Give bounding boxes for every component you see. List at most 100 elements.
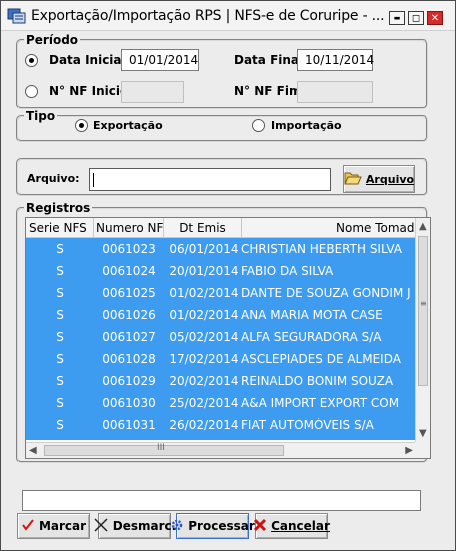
table-cell: A&A IMPORT EXPORT COM: [241, 396, 400, 410]
title-bar[interactable]: Exportação/Importação RPS | NFS-e de Cor…: [1, 1, 455, 31]
nf-fim-input[interactable]: [297, 81, 373, 103]
processar-label: Processar: [188, 519, 255, 533]
table-row[interactable]: S 0061026 01/02/2014 ANA MARIA MOTA CASE: [26, 304, 416, 326]
desmarcar-label: Desmarc.: [112, 519, 177, 533]
exportacao-label: Exportação: [93, 119, 163, 132]
gear-icon: [170, 518, 184, 535]
arquivo-input[interactable]: [89, 168, 331, 191]
scroll-up-icon[interactable]: ▲: [419, 221, 427, 232]
minimize-icon: ▬: [393, 14, 401, 22]
horizontal-scroll-thumb[interactable]: III: [44, 443, 284, 456]
data-inicial-label: Data Inicial:: [49, 53, 131, 67]
table-row[interactable]: S 0061030 25/02/2014 A&A IMPORT EXPORT COM: [26, 392, 416, 414]
table-cell: FIAT AUTOMÓVEIS S/A: [241, 418, 374, 432]
main-window: Exportação/Importação RPS | NFS-e de Cor…: [0, 0, 456, 551]
close-button[interactable]: ✕: [427, 11, 443, 25]
table-cell: REINALDO BONIM SOUZA: [241, 374, 394, 388]
marcar-button[interactable]: Marcar: [17, 513, 90, 539]
table-cell: 0061027: [102, 330, 156, 344]
vertical-scroll-thumb[interactable]: ≡: [418, 236, 428, 386]
data-final-input[interactable]: 10/11/2014: [297, 49, 374, 71]
scrollbar-corner: [415, 442, 430, 458]
scroll-left-icon[interactable]: ◀: [29, 445, 37, 456]
tipo-legend: Tipo: [26, 109, 56, 123]
scroll-down-icon[interactable]: ▼: [419, 428, 427, 439]
arquivo-label: Arquivo:: [27, 172, 80, 185]
table-row[interactable]: S 0061024 20/01/2014 FABIO DA SILVA: [26, 260, 416, 282]
radio-exportacao[interactable]: [75, 119, 88, 132]
grid-body: S 0061023 06/01/2014 CHRISTIAN HEBERTH SILV…: [26, 238, 416, 440]
column-header-serie[interactable]: Serie NFS: [26, 218, 94, 238]
table-row[interactable]: S 0061028 17/02/2014 ASCLEPIADES DE ALMEIDA: [26, 348, 416, 370]
column-header-nome[interactable]: Nome Tomador: [242, 218, 416, 238]
uncheck-icon: [93, 517, 109, 536]
horizontal-scrollbar[interactable]: ◀ III ▶: [26, 442, 416, 458]
table-cell: 0061026: [102, 308, 156, 322]
table-cell: S: [56, 374, 64, 388]
radio-nf[interactable]: [25, 85, 38, 98]
table-cell: 0061024: [102, 264, 156, 278]
column-header-numero[interactable]: Numero NF: [94, 218, 164, 238]
table-cell: 26/02/2014: [169, 418, 239, 432]
cancel-icon: [253, 518, 267, 535]
table-row[interactable]: S 0061023 06/01/2014 CHRISTIAN HEBERTH SILV…: [26, 238, 416, 260]
cancelar-button[interactable]: Cancelar: [253, 513, 330, 539]
table-row[interactable]: S 0061027 05/02/2014 ALFA SEGURADORA S/A: [26, 326, 416, 348]
table-cell: 0061031: [102, 418, 156, 432]
table-cell: DANTE DE SOUZA GONDIM J: [241, 286, 411, 300]
folder-open-icon: [344, 171, 362, 188]
table-cell: 0061030: [102, 396, 156, 410]
table-cell: S: [56, 286, 64, 300]
table-cell: CHRISTIAN HEBERTH SILVA: [241, 242, 402, 256]
importacao-label: Importação: [271, 119, 342, 132]
radio-data[interactable]: [25, 54, 38, 67]
table-cell: ALFA SEGURADORA S/A: [241, 330, 382, 344]
table-cell: 01/02/2014: [169, 286, 239, 300]
table-row[interactable]: S 0061031 26/02/2014 FIAT AUTOMÓVEIS S/A: [26, 414, 416, 436]
registros-grid[interactable]: Serie NFS Numero NF Dt Emis Nome Tomador…: [25, 217, 431, 459]
text-cursor: [93, 172, 94, 187]
table-cell: 0061025: [102, 286, 156, 300]
table-cell: 06/01/2014: [169, 242, 239, 256]
arquivo-button[interactable]: Arquivo: [343, 165, 415, 193]
table-cell: 0061028: [102, 352, 156, 366]
grid-header: Serie NFS Numero NF Dt Emis Nome Tomador: [26, 218, 416, 238]
table-cell: S: [56, 330, 64, 344]
radio-importacao[interactable]: [252, 119, 265, 132]
data-inicial-input[interactable]: 01/01/2014: [121, 49, 199, 71]
grip-icon: ≡: [420, 299, 427, 308]
table-cell: 0061029: [102, 374, 156, 388]
table-row[interactable]: S 0061025 01/02/2014 DANTE DE SOUZA GONDIM …: [26, 282, 416, 304]
maximize-icon: ◻: [411, 12, 421, 24]
table-cell: ANA MARIA MOTA CASE: [241, 308, 383, 322]
table-cell: S: [56, 242, 64, 256]
window-title: Exportação/Importação RPS | NFS-e de Cor…: [31, 8, 385, 24]
table-cell: 20/01/2014: [169, 264, 239, 278]
table-cell: 20/02/2014: [169, 374, 239, 388]
table-row[interactable]: S 0061029 20/02/2014 REINALDO BONIM SOUZA: [26, 370, 416, 392]
table-cell: 25/02/2014: [169, 396, 239, 410]
check-icon: [21, 518, 35, 535]
vertical-scrollbar[interactable]: ▲ ≡ ▼: [415, 218, 430, 443]
arquivo-button-label: Arquivo: [365, 172, 415, 186]
table-cell: FABIO DA SILVA: [241, 264, 334, 278]
maximize-button[interactable]: ◻: [408, 11, 424, 25]
minimize-button[interactable]: ▬: [389, 11, 405, 25]
nf-fim-label: N° NF Fim:: [234, 84, 307, 98]
table-cell: 17/02/2014: [169, 352, 239, 366]
table-cell: S: [56, 396, 64, 410]
table-cell: 01/02/2014: [169, 308, 239, 322]
scroll-right-icon[interactable]: ▶: [405, 445, 413, 456]
processar-button[interactable]: Processar: [172, 513, 255, 539]
table-cell: S: [56, 418, 64, 432]
cancelar-label: Cancelar: [271, 519, 330, 533]
table-cell: S: [56, 308, 64, 322]
desmarcar-button[interactable]: Desmarc.: [94, 513, 176, 539]
grip-icon: III: [157, 443, 165, 453]
table-cell: S: [56, 264, 64, 278]
column-header-dt-emis[interactable]: Dt Emis: [164, 218, 242, 238]
table-cell: S: [56, 352, 64, 366]
nf-inicio-input[interactable]: [121, 81, 184, 103]
table-cell: ASCLEPIADES DE ALMEIDA: [241, 352, 401, 366]
table-cell: 05/02/2014: [169, 330, 239, 344]
